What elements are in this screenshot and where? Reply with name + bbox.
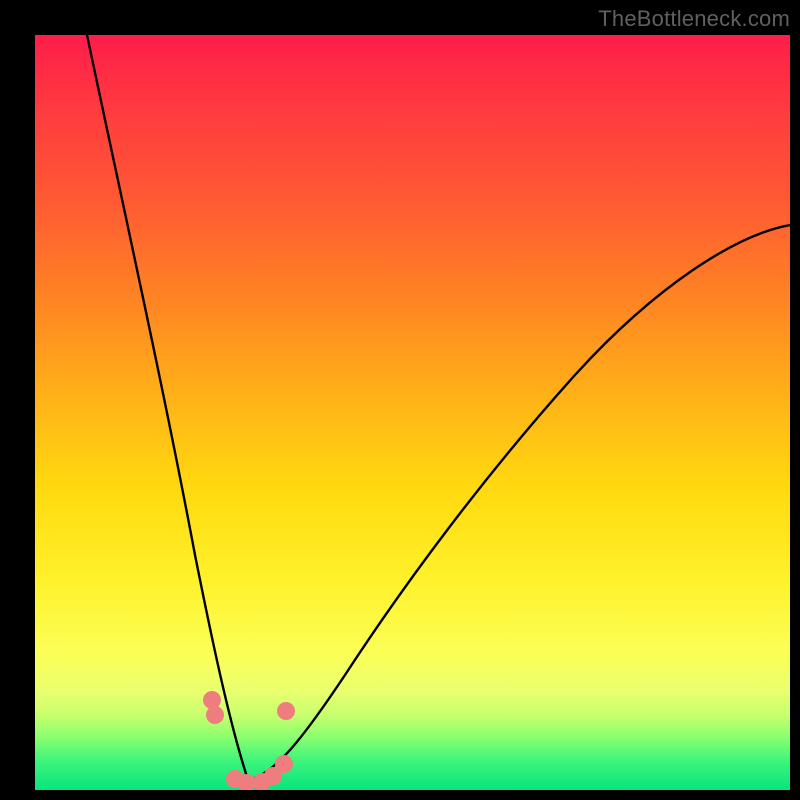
- chart-frame: TheBottleneck.com: [0, 0, 800, 800]
- curve-right: [248, 225, 790, 780]
- trough-dots: [203, 691, 295, 790]
- curve-left: [87, 35, 248, 780]
- curve-layer: [35, 35, 790, 790]
- watermark-text: TheBottleneck.com: [598, 6, 790, 32]
- plot-area: [35, 35, 790, 790]
